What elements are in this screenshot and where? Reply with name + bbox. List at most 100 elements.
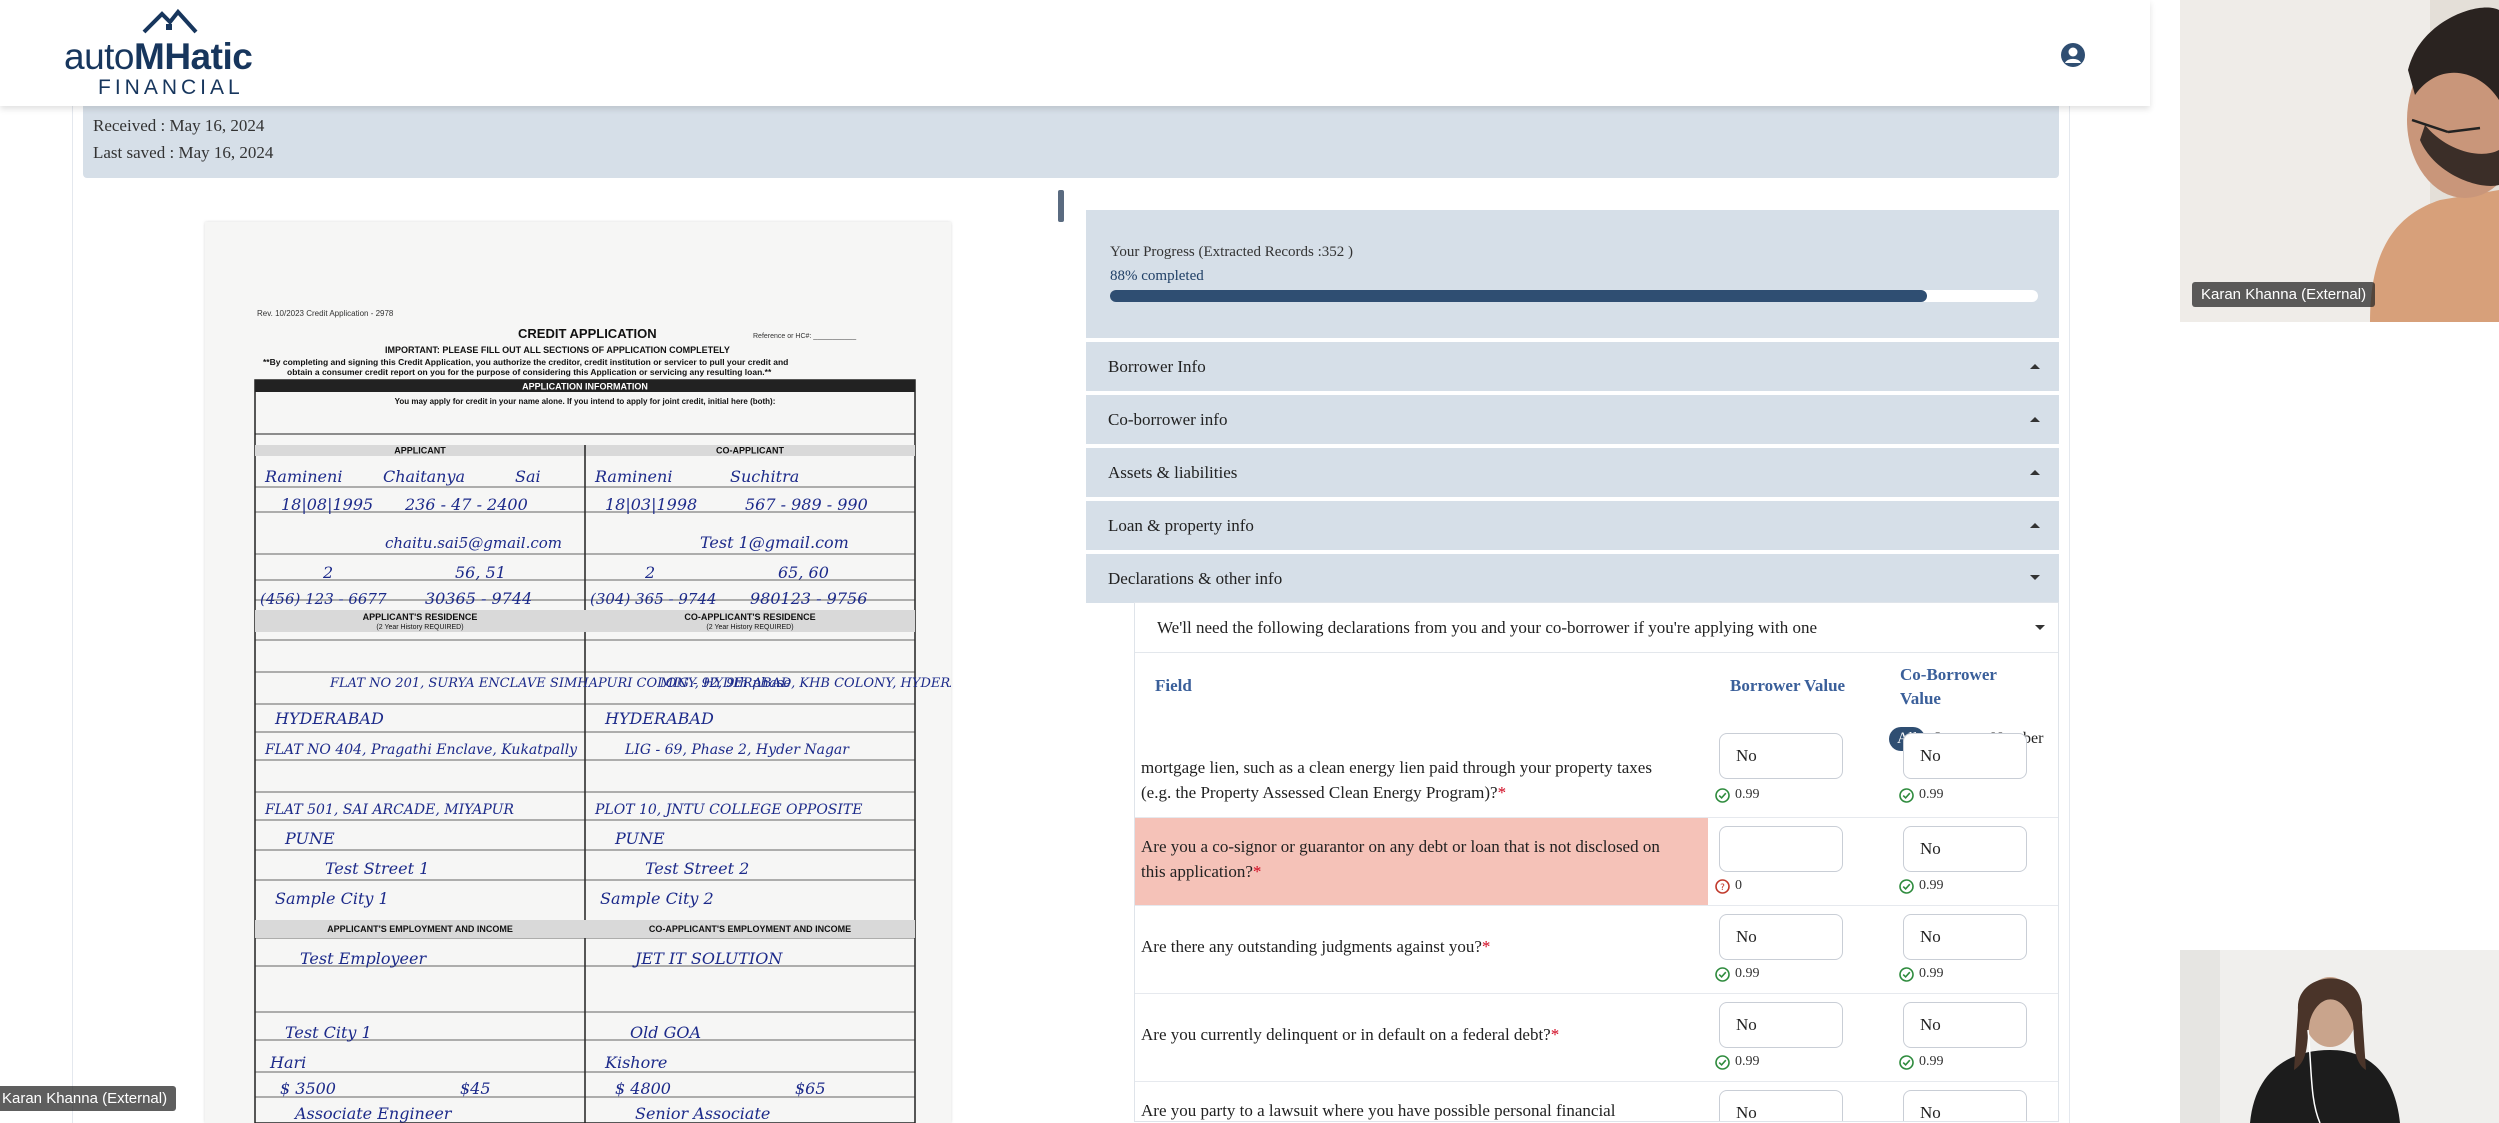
document-pane-scrollbar[interactable] bbox=[1058, 190, 1064, 222]
declaration-row: Are you currently delinquent or in defau… bbox=[1135, 994, 2058, 1081]
section-loan-property-info[interactable]: Loan & property info bbox=[1086, 501, 2059, 550]
hw-co-home-phone: (304) 365 - 9744 bbox=[590, 590, 717, 608]
form-important: IMPORTANT: PLEASE FILL OUT ALL SECTIONS … bbox=[385, 345, 730, 355]
hw-co-prev: PLOT 10, JNTU COLLEGE OPPOSITE bbox=[594, 802, 862, 818]
progress-bar-fill bbox=[1110, 290, 1927, 302]
borrower-value-input[interactable]: No bbox=[1719, 1090, 1843, 1122]
section-title: Assets & liabilities bbox=[1108, 463, 1238, 482]
form-employment-header: APPLICANT'S EMPLOYMENT AND INCOME bbox=[327, 924, 513, 934]
question-line-1: Are you currently delinquent or in defau… bbox=[1141, 1025, 1551, 1044]
coborrower-value: No bbox=[1920, 839, 1941, 858]
question-line-2: (e.g. the Property Assessed Clean Energy… bbox=[1141, 783, 1498, 802]
declaration-question: Are you a co-signor or guarantor on any … bbox=[1141, 834, 1701, 884]
column-coborrower-1: Co-Borrower bbox=[1900, 665, 1997, 684]
declarations-intro: We'll need the following declarations fr… bbox=[1157, 618, 1818, 637]
form-history-note-app: (2 Year History REQUIRED) bbox=[376, 624, 463, 631]
coborrower-value: No bbox=[1920, 1103, 1941, 1122]
section-borrower-info[interactable]: Borrower Info bbox=[1086, 342, 2059, 391]
verified-check-icon bbox=[1899, 967, 1914, 982]
hw-co-supervisor: Kishore bbox=[604, 1053, 667, 1072]
form-consent-2: obtain a consumer credit report on you f… bbox=[287, 367, 772, 377]
hw-app-dependents: 2 bbox=[322, 563, 333, 582]
confidence-score: 0 bbox=[1735, 878, 1742, 893]
coborrower-value-input[interactable]: No bbox=[1903, 826, 2027, 872]
hw-co-ssn: 567 - 989 - 990 bbox=[745, 495, 868, 514]
coborrower-value-input[interactable]: No bbox=[1903, 914, 2027, 960]
chevron-up-icon bbox=[2030, 470, 2040, 475]
hw-co-rate: $65 bbox=[795, 1079, 826, 1098]
hw-co-emp-city: Old GOA bbox=[630, 1023, 701, 1042]
declarations-intro-header[interactable]: We'll need the following declarations fr… bbox=[1135, 603, 2058, 653]
hw-co-dependents: 2 bbox=[644, 563, 655, 582]
hw-co-last: Suchitra bbox=[730, 467, 799, 486]
hw-app-cell: 30365 - 9744 bbox=[425, 589, 532, 608]
hw-co-street: MIG - 92, 9th phase, KHB COLONY, HYDERAB… bbox=[659, 676, 951, 691]
borrower-value: No bbox=[1736, 1103, 1757, 1122]
received-date: Received : May 16, 2024 bbox=[93, 116, 265, 135]
coborrower-value-input[interactable]: No bbox=[1903, 1090, 2027, 1122]
self-video-tile[interactable] bbox=[2180, 950, 2499, 1123]
verified-check-icon bbox=[1715, 1055, 1730, 1070]
user-account-icon[interactable] bbox=[2060, 42, 2086, 68]
verified-check-icon bbox=[1715, 967, 1730, 982]
confidence-score: 0.99 bbox=[1735, 966, 1760, 981]
participant-name-tag: Karan Khanna (External) bbox=[2192, 282, 2376, 307]
declarations-panel: We'll need the following declarations fr… bbox=[1134, 602, 2059, 1122]
question-circle-icon: ? bbox=[1715, 879, 1730, 894]
form-applicant-header: APPLICANT bbox=[394, 446, 446, 456]
declaration-question: Are you currently delinquent or in defau… bbox=[1141, 1022, 1701, 1047]
progress-card: Your Progress (Extracted Records :352 ) … bbox=[1086, 210, 2059, 338]
section-title: Co-borrower info bbox=[1108, 410, 1228, 429]
document-viewer[interactable]: Rev. 10/2023 Credit Application - 2978 C… bbox=[205, 222, 951, 1123]
hw-app-last: Chaitanya bbox=[383, 467, 465, 486]
hw-app-first: Ramineni bbox=[264, 467, 342, 486]
section-coborrower-info[interactable]: Co-borrower info bbox=[1086, 395, 2059, 444]
borrower-value-input[interactable]: No bbox=[1719, 1002, 1843, 1048]
chevron-up-icon bbox=[2030, 417, 2040, 422]
hw-app-mailing: FLAT NO 404, Pragathi Enclave, Kukatpall… bbox=[264, 742, 578, 758]
verified-check-icon bbox=[1715, 788, 1730, 803]
verified-check-icon bbox=[1899, 1055, 1914, 1070]
form-coapplicant-header: CO-APPLICANT bbox=[716, 446, 784, 456]
borrower-value-input[interactable]: No bbox=[1719, 914, 1843, 960]
borrower-value-input[interactable] bbox=[1719, 826, 1843, 872]
borrower-value-input[interactable]: No bbox=[1719, 733, 1843, 779]
top-navigation-bar: autoMHatic FINANCIAL bbox=[0, 0, 2150, 106]
chevron-down-icon bbox=[2030, 575, 2040, 580]
hw-co-city: HYDERABAD bbox=[604, 709, 714, 728]
question-line-1: Are there any outstanding judgments agai… bbox=[1141, 937, 1482, 956]
hw-app-dob: 18|08|1995 bbox=[281, 495, 373, 514]
hw-co-email: Test 1@gmail.com bbox=[700, 533, 849, 552]
hw-co-position: Senior Associate bbox=[635, 1104, 770, 1123]
declaration-question: mortgage lien, such as a clean energy li… bbox=[1141, 755, 1701, 805]
section-title: Borrower Info bbox=[1108, 357, 1206, 376]
form-consent-1: **By completing and signing this Credit … bbox=[263, 357, 788, 367]
declaration-row: Are there any outstanding judgments agai… bbox=[1135, 906, 2058, 993]
form-history-note-co: (2 Year History REQUIRED) bbox=[706, 624, 793, 631]
hw-app-income: $ 3500 bbox=[280, 1079, 336, 1098]
confidence-score: 0.99 bbox=[1919, 1054, 1944, 1069]
participant-video-tile[interactable]: Karan Khanna (External) bbox=[2180, 0, 2499, 322]
hw-app-prev2-city: Sample City 1 bbox=[275, 889, 389, 908]
question-line-1: mortgage lien, such as a clean energy li… bbox=[1141, 758, 1652, 777]
section-title: Loan & property info bbox=[1108, 516, 1254, 535]
hw-app-employer: Test Employeer bbox=[300, 949, 427, 968]
form-revision: Rev. 10/2023 Credit Application - 2978 bbox=[257, 309, 394, 318]
section-declarations[interactable]: Declarations & other info bbox=[1086, 554, 2059, 603]
hw-app-position: Associate Engineer bbox=[293, 1104, 453, 1123]
coborrower-value-input[interactable]: No bbox=[1903, 733, 2027, 779]
required-marker: * bbox=[1497, 783, 1507, 802]
company-logo[interactable]: autoMHatic FINANCIAL bbox=[64, 8, 264, 99]
question-line-2: this application? bbox=[1141, 862, 1253, 881]
question-line-1: Are you party to a lawsuit where you hav… bbox=[1141, 1101, 1616, 1120]
required-marker: * bbox=[1252, 862, 1262, 881]
hw-co-prev-city: PUNE bbox=[614, 829, 665, 848]
hw-app-ages: 56, 51 bbox=[455, 563, 506, 582]
chevron-up-icon bbox=[2030, 523, 2040, 528]
hw-co-dob: 18|03|1998 bbox=[605, 495, 697, 514]
coborrower-value-input[interactable]: No bbox=[1903, 1002, 2027, 1048]
section-assets-liabilities[interactable]: Assets & liabilities bbox=[1086, 448, 2059, 497]
participant-video-feed bbox=[2180, 0, 2499, 322]
hw-co-cell: 980123 - 9756 bbox=[750, 589, 867, 608]
hw-co-prev2-city: Sample City 2 bbox=[600, 889, 714, 908]
